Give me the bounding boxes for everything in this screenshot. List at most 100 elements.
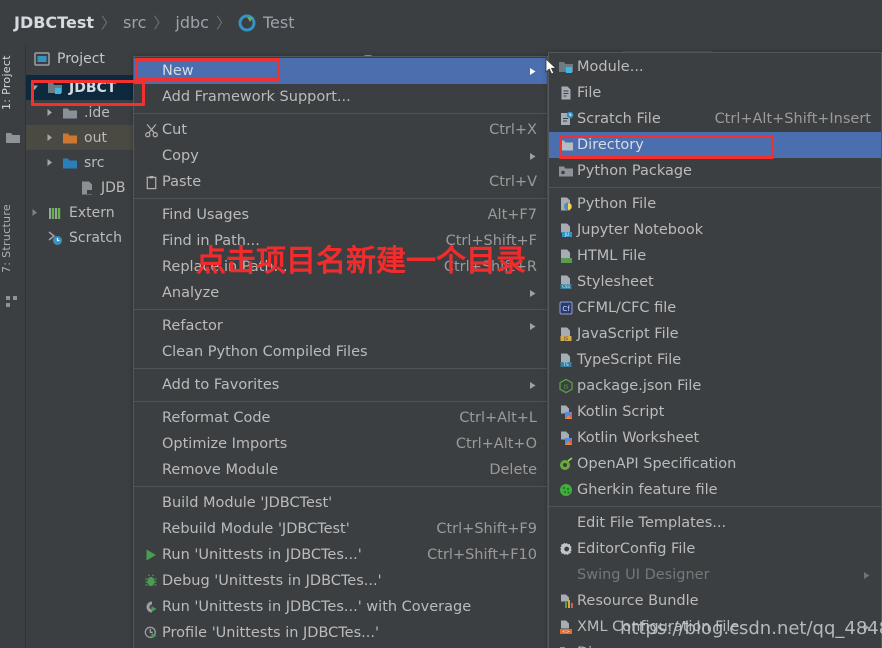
annotation-chinese-note: 点击项目名新建一个目录: [196, 244, 526, 279]
chevron-right-icon[interactable]: [43, 158, 56, 167]
folder-orange-icon: [60, 130, 80, 146]
ts-file-icon: TS: [555, 352, 577, 368]
directory-icon: [555, 137, 577, 153]
breadcrumb-item-project[interactable]: JDBCTest: [14, 13, 94, 32]
project-tab-icon: [5, 129, 21, 145]
iml-file-icon: [77, 180, 97, 196]
kotlin-script-icon: [555, 404, 577, 420]
chevron-down-icon[interactable]: [28, 83, 41, 92]
submenu-item-file[interactable]: File: [549, 80, 881, 106]
watermark-text: https://blog.csdn.net/qq_48487257: [620, 618, 882, 639]
submenu-item-label: File: [577, 85, 602, 101]
submenu-arrow-icon: [528, 322, 537, 331]
submenu-item-directory[interactable]: Directory: [549, 132, 881, 158]
menu-item-label: Debug 'Unittests in JDBCTes...': [162, 573, 382, 589]
chevron-right-icon[interactable]: [43, 133, 56, 142]
submenu-item-html-file[interactable]: HTML File: [549, 243, 881, 269]
menu-item-shortcut: Delete: [489, 462, 537, 478]
svg-text:TS: TS: [562, 362, 569, 368]
menu-item-label: Run 'Unittests in JDBCTes...': [162, 547, 362, 563]
menu-item-label: Rebuild Module 'JDBCTest': [162, 521, 350, 537]
submenu-item-stylesheet[interactable]: CSS Stylesheet: [549, 269, 881, 295]
menu-item-add-to-favorites[interactable]: Add to Favorites: [134, 372, 547, 398]
breadcrumb-item-src[interactable]: src: [123, 13, 146, 32]
menu-item-reformat-code[interactable]: Reformat Code Ctrl+Alt+L: [134, 405, 547, 431]
menu-item-cut[interactable]: Cut Ctrl+X: [134, 117, 547, 143]
menu-item-analyze[interactable]: Analyze: [134, 280, 547, 306]
submenu-item-edit-file-templates[interactable]: Edit File Templates...: [549, 510, 881, 536]
chevron-right-icon[interactable]: [28, 208, 41, 217]
submenu-item-kotlin-script[interactable]: Kotlin Script: [549, 399, 881, 425]
tool-tab-project[interactable]: 1: Project: [0, 47, 26, 119]
menu-item-optimize-imports[interactable]: Optimize Imports Ctrl+Alt+O: [134, 431, 547, 457]
menu-separator: [134, 113, 547, 114]
scissors-icon: [140, 123, 162, 138]
menu-item-paste[interactable]: Paste Ctrl+V: [134, 169, 547, 195]
submenu-item-editorconfig-file[interactable]: EditorConfig File: [549, 536, 881, 562]
submenu-item-cfml-cfc-file[interactable]: Cf CFML/CFC file: [549, 295, 881, 321]
breadcrumb-separator-icon: 〉: [215, 14, 231, 32]
menu-item-clean-python-compiled-files[interactable]: Clean Python Compiled Files: [134, 339, 547, 365]
submenu-arrow-icon: [528, 67, 537, 76]
submenu-item-label: Directory: [577, 137, 644, 153]
submenu-item-python-package[interactable]: Python Package: [549, 158, 881, 184]
submenu-arrow-icon: [528, 289, 537, 298]
menu-item-run-unittests[interactable]: Run 'Unittests in JDBCTes...' Ctrl+Shift…: [134, 542, 547, 568]
menu-item-find-usages[interactable]: Find Usages Alt+F7: [134, 202, 547, 228]
profile-icon: [140, 626, 162, 640]
menu-separator: [134, 486, 547, 487]
submenu-item-python-file[interactable]: Python File: [549, 191, 881, 217]
menu-item-shortcut: Alt+F7: [487, 207, 537, 223]
submenu-item-typescript-file[interactable]: TS TypeScript File: [549, 347, 881, 373]
chevron-right-icon[interactable]: [43, 108, 56, 117]
submenu-item-swing-ui-designer[interactable]: Swing UI Designer: [549, 562, 881, 588]
submenu-separator: [549, 187, 881, 188]
menu-item-debug-unittests[interactable]: Debug 'Unittests in JDBCTes...': [134, 568, 547, 594]
module-icon: [45, 80, 65, 96]
file-icon: [555, 85, 577, 101]
submenu-item-scratch-file[interactable]: Scratch File Ctrl+Alt+Shift+Insert: [549, 106, 881, 132]
tool-tab-structure[interactable]: 7: Structure: [0, 195, 26, 283]
menu-item-run-with-coverage[interactable]: Run 'Unittests in JDBCTes...' with Cover…: [134, 594, 547, 620]
submenu-item-label: OpenAPI Specification: [577, 456, 737, 472]
tree-item-label: .ide: [84, 104, 110, 121]
menu-item-profile-unittests[interactable]: Profile 'Unittests in JDBCTes...': [134, 620, 547, 646]
menu-item-copy[interactable]: Copy: [134, 143, 547, 169]
openapi-icon: [555, 456, 577, 472]
menu-item-refactor[interactable]: Refactor: [134, 313, 547, 339]
menu-separator: [134, 368, 547, 369]
submenu-item-javascript-file[interactable]: JS JavaScript File: [549, 321, 881, 347]
submenu-separator: [549, 506, 881, 507]
menu-item-label: Cut: [162, 122, 187, 138]
menu-item-rebuild-module[interactable]: Rebuild Module 'JDBCTest' Ctrl+Shift+F9: [134, 516, 547, 542]
menu-item-label: Run 'Unittests in JDBCTes...' with Cover…: [162, 599, 472, 615]
submenu-arrow-icon: [528, 381, 537, 390]
svg-text:<>: <>: [562, 629, 570, 635]
submenu-item-label: CFML/CFC file: [577, 300, 677, 316]
submenu-item-kotlin-worksheet[interactable]: Kotlin Worksheet: [549, 425, 881, 451]
new-submenu[interactable]: Module... File Scratch File Ctrl+Alt+Shi…: [548, 52, 882, 648]
menu-item-remove-module[interactable]: Remove Module Delete: [134, 457, 547, 483]
submenu-item-openapi-specification[interactable]: OpenAPI Specification: [549, 451, 881, 477]
menu-item-add-framework-support[interactable]: Add Framework Support...: [134, 84, 547, 110]
svg-text:JS: JS: [562, 385, 569, 391]
context-menu[interactable]: New Add Framework Support... Cut Ctrl+X: [133, 56, 548, 648]
debug-icon: [140, 574, 162, 588]
breadcrumb-item-jdbc[interactable]: jdbc: [175, 13, 209, 32]
breadcrumb-item-test[interactable]: Test: [263, 13, 295, 32]
tree-item-label: Extern: [69, 204, 115, 221]
submenu-item-module[interactable]: Module...: [549, 54, 881, 80]
submenu-item-jupyter-notebook[interactable]: JU Jupyter Notebook: [549, 217, 881, 243]
menu-item-new[interactable]: New: [134, 58, 547, 84]
submenu-item-resource-bundle[interactable]: Resource Bundle: [549, 588, 881, 614]
submenu-item-diagram[interactable]: Di: [549, 640, 881, 648]
menu-item-build-module[interactable]: Build Module 'JDBCTest': [134, 490, 547, 516]
submenu-item-gherkin-feature-file[interactable]: Gherkin feature file: [549, 477, 881, 503]
resource-bundle-icon: [555, 593, 577, 609]
submenu-item-label: HTML File: [577, 248, 647, 264]
svg-text:JU: JU: [564, 232, 569, 237]
submenu-item-label: Edit File Templates...: [577, 515, 727, 531]
submenu-item-label: Resource Bundle: [577, 593, 699, 609]
submenu-item-label: TypeScript File: [577, 352, 682, 368]
submenu-item-package-json-file[interactable]: JS package.json File: [549, 373, 881, 399]
